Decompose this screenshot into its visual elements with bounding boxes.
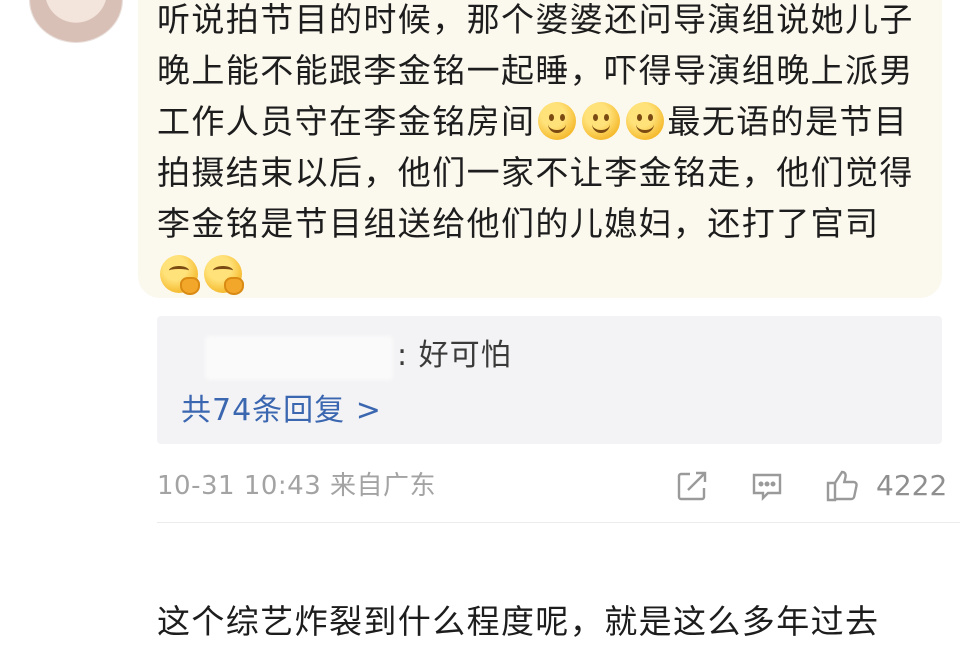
reply-preview[interactable]: : 好可怕 共74条回复 > xyxy=(157,316,942,444)
smile-emoji-icon xyxy=(538,102,577,140)
next-comment-text: 这个综艺炸裂到什么程度呢，就是这么多年过去 xyxy=(157,602,880,641)
share-button[interactable] xyxy=(674,468,710,504)
view-replies-link[interactable]: 共74条回复 > xyxy=(181,391,382,431)
blurred-username xyxy=(205,336,393,380)
comment-meta: 10-31 10:43 来自广东 xyxy=(157,471,437,501)
share-icon xyxy=(677,471,707,501)
avatar[interactable] xyxy=(30,0,122,42)
comment-text: 听说拍节目的时候，那个婆婆还问导演组说她儿子晚上能不能跟李金铭一起睡，吓得导演组… xyxy=(157,0,942,300)
like-button[interactable] xyxy=(824,468,862,504)
smile-emoji-icon xyxy=(582,102,621,140)
thinking-emoji-icon xyxy=(160,255,200,295)
comment-icon xyxy=(752,473,782,501)
thumbs-up-icon xyxy=(826,470,858,502)
smile-emoji-icon xyxy=(626,102,665,140)
like-count: 4222 xyxy=(876,469,948,502)
comment-button[interactable] xyxy=(749,468,785,504)
reply-preview-text: : 好可怕 xyxy=(397,338,512,373)
divider xyxy=(157,522,960,523)
thinking-emoji-icon xyxy=(204,255,244,295)
